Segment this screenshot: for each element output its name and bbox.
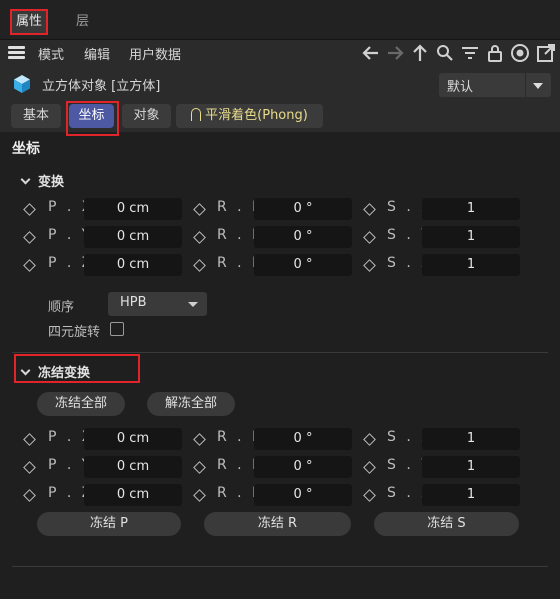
filter-icon[interactable]	[460, 43, 480, 63]
rotation-field[interactable]: 0 °	[254, 428, 352, 450]
menu-mode[interactable]: 模式	[38, 44, 64, 63]
keyframe-icon[interactable]	[23, 433, 36, 446]
preset-dropdown[interactable]: 默认	[439, 73, 551, 97]
chevron-down-icon	[20, 174, 31, 185]
rotation-field[interactable]: 0 °	[254, 456, 352, 478]
phong-tag-icon	[191, 108, 202, 121]
rotation-field[interactable]: 0 °	[254, 226, 352, 248]
section-title: 坐标	[12, 141, 40, 157]
keyframe-icon[interactable]	[193, 231, 206, 244]
scale-field[interactable]: 1	[422, 456, 520, 478]
rotation-field[interactable]: 0 °	[254, 484, 352, 506]
keyframe-icon[interactable]	[23, 489, 36, 502]
preset-value: 默认	[447, 80, 474, 95]
order-value: HPB	[120, 295, 147, 310]
search-icon[interactable]	[435, 43, 455, 63]
scale-field[interactable]: 1	[422, 484, 520, 506]
chevron-down-icon	[188, 302, 198, 307]
rotation-field[interactable]: 0 °	[254, 198, 352, 220]
order-dropdown[interactable]: HPB	[108, 292, 207, 316]
menu-user-data[interactable]: 用户数据	[129, 44, 181, 63]
tab-properties[interactable]: 属性	[10, 9, 49, 35]
divider	[12, 352, 548, 353]
arrow-up-icon[interactable]	[410, 43, 430, 63]
keyframe-icon[interactable]	[193, 203, 206, 216]
keyframe-icon[interactable]	[23, 461, 36, 474]
scale-field[interactable]: 1	[422, 198, 520, 220]
highlight-coord-tab	[66, 101, 119, 136]
quaternion-checkbox[interactable]	[110, 322, 124, 336]
scale-field[interactable]: 1	[422, 428, 520, 450]
freeze-s-button[interactable]: 冻结 S	[374, 512, 519, 536]
highlight-freeze-group	[14, 354, 140, 383]
hamburger-menu-icon[interactable]	[8, 46, 25, 59]
lock-icon[interactable]	[485, 43, 505, 63]
menu-bar: 模式 编辑 用户数据	[0, 40, 560, 66]
cube-icon	[14, 75, 30, 93]
position-field[interactable]: 0 cm	[84, 456, 182, 478]
object-header: 立方体对象 [立方体] 默认	[0, 66, 560, 102]
transform-group-header[interactable]: 变换	[20, 171, 65, 190]
scale-field[interactable]: 1	[422, 226, 520, 248]
keyframe-icon[interactable]	[363, 203, 376, 216]
position-field[interactable]: 0 cm	[84, 484, 182, 506]
new-window-icon[interactable]	[536, 43, 556, 63]
freeze-p-button[interactable]: 冻结 P	[37, 512, 181, 536]
keyframe-icon[interactable]	[23, 231, 36, 244]
tab-object[interactable]: 对象	[122, 104, 171, 128]
tab-basic[interactable]: 基本	[11, 104, 61, 128]
keyframe-icon[interactable]	[23, 259, 36, 272]
position-field[interactable]: 0 cm	[84, 254, 182, 276]
tab-phong[interactable]: 平滑着色(Phong)	[176, 104, 323, 128]
arrow-left-icon[interactable]	[361, 43, 381, 63]
scale-field[interactable]: 1	[422, 254, 520, 276]
keyframe-icon[interactable]	[193, 461, 206, 474]
panel-tab-bar: 属性 层	[0, 0, 560, 40]
position-field[interactable]: 0 cm	[84, 198, 182, 220]
quaternion-label: 四元旋转	[48, 325, 101, 340]
tab-layers[interactable]: 层	[70, 9, 95, 35]
keyframe-icon[interactable]	[193, 259, 206, 272]
order-label: 顺序	[48, 300, 75, 315]
freeze-all-button[interactable]: 冻结全部	[37, 392, 125, 416]
object-title: 立方体对象 [立方体]	[42, 79, 161, 94]
divider	[12, 566, 548, 567]
keyframe-icon[interactable]	[193, 433, 206, 446]
transform-title: 变换	[38, 175, 65, 190]
keyframe-icon[interactable]	[363, 231, 376, 244]
menu-edit[interactable]: 编辑	[84, 44, 110, 63]
arrow-right-icon[interactable]	[385, 43, 405, 63]
unfreeze-all-button[interactable]: 解冻全部	[147, 392, 235, 416]
keyframe-icon[interactable]	[363, 461, 376, 474]
target-icon[interactable]	[510, 43, 530, 63]
keyframe-icon[interactable]	[363, 433, 376, 446]
tab-phong-label: 平滑着色(Phong)	[205, 108, 308, 123]
keyframe-icon[interactable]	[23, 203, 36, 216]
keyframe-icon[interactable]	[363, 259, 376, 272]
keyframe-icon[interactable]	[193, 489, 206, 502]
chevron-down-icon	[533, 83, 543, 89]
position-field[interactable]: 0 cm	[84, 428, 182, 450]
freeze-r-button[interactable]: 冻结 R	[204, 512, 351, 536]
rotation-field[interactable]: 0 °	[254, 254, 352, 276]
keyframe-icon[interactable]	[363, 489, 376, 502]
position-field[interactable]: 0 cm	[84, 226, 182, 248]
